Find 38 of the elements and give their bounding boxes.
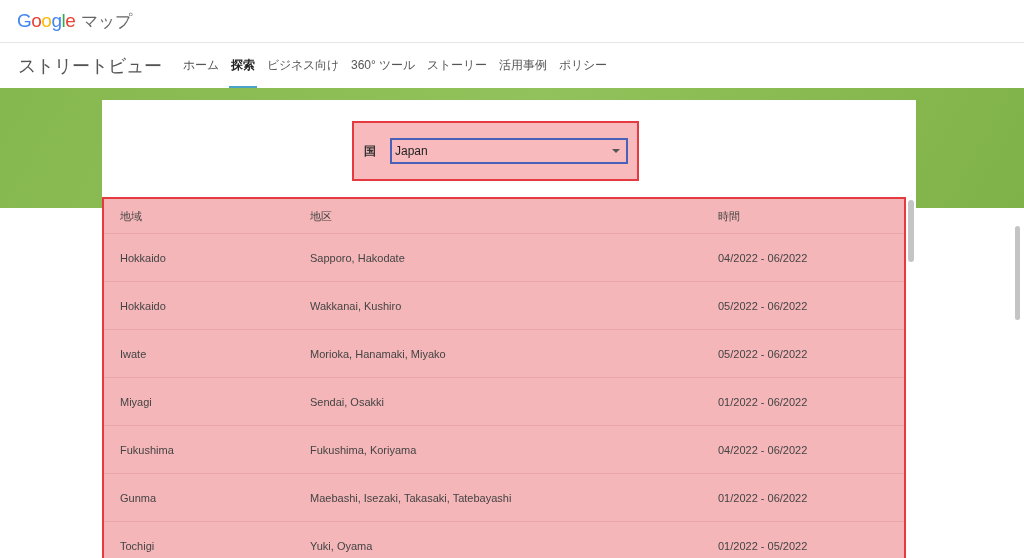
- table-cell-text: Hokkaido: [120, 299, 167, 312]
- table-cell-text: Tochigi: [120, 539, 156, 552]
- table-cell-text: Maebashi, Isezaki, Takasaki, Tatebayashi: [310, 491, 513, 504]
- table-cell-text: Sapporo, Hakodate: [310, 251, 406, 264]
- logo[interactable]: Google: [17, 10, 76, 32]
- table-cell-text: Fukushima, Koriyama: [310, 443, 418, 456]
- table-cell-text: Morioka, Hanamaki, Miyako: [310, 347, 447, 360]
- table-cell-text: Hokkaido: [120, 251, 167, 264]
- table-cell-text: 04/2022 - 06/2022: [718, 251, 809, 264]
- scrollbar[interactable]: [1015, 226, 1020, 320]
- table-cell-text: Fukushima: [120, 443, 175, 456]
- table-cell-text: Wakkanai, Kushiro: [310, 299, 403, 312]
- nav-tab[interactable]: ビジネス向け: [265, 43, 341, 88]
- table-cell-text: Yuki, Oyama: [310, 539, 374, 552]
- nav-tab[interactable]: ホーム: [181, 43, 221, 88]
- nav-tab[interactable]: ポリシー: [557, 43, 610, 88]
- nav-tab[interactable]: 360° ツール: [349, 43, 418, 88]
- table-cell-text: 04/2022 - 06/2022: [718, 443, 809, 456]
- column-header: 地域: [120, 208, 143, 224]
- nav-tab[interactable]: 活用事例: [497, 43, 550, 88]
- product-name: マップ: [81, 10, 133, 33]
- country-label: 国: [364, 142, 376, 160]
- column-header: 地区: [310, 208, 333, 224]
- table-cell-text: 05/2022 - 06/2022: [718, 347, 809, 360]
- scrollbar[interactable]: [908, 200, 914, 262]
- table-cell-text: Miyagi: [120, 395, 153, 408]
- column-header: 時間: [718, 208, 741, 224]
- page-title: ストリートビュー: [18, 54, 163, 78]
- table-cell-text: Sendai, Osakki: [310, 395, 385, 408]
- country-select[interactable]: Japan: [390, 138, 628, 164]
- table-cell-text: Gunma: [120, 491, 158, 504]
- nav-tab[interactable]: ストーリー: [425, 43, 490, 88]
- caret-icon: [612, 149, 620, 153]
- table-cell-text: 05/2022 - 06/2022: [718, 299, 809, 312]
- table-cell-text: 01/2022 - 06/2022: [718, 491, 809, 504]
- table-cell-text: 01/2022 - 05/2022: [718, 539, 809, 552]
- table-cell-text: Iwate: [120, 347, 148, 360]
- table-cell-text: 01/2022 - 06/2022: [718, 395, 809, 408]
